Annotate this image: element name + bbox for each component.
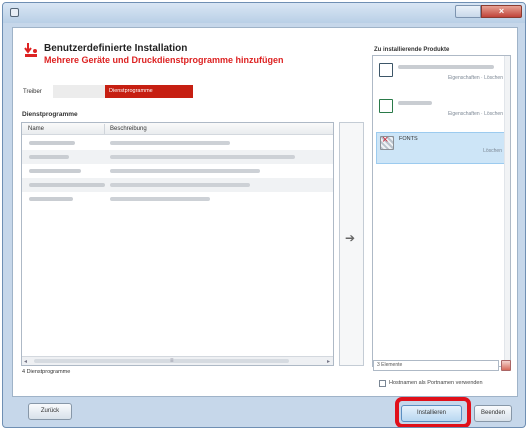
hostname-checkbox[interactable]: [379, 380, 386, 387]
page-subtitle: Mehrere Geräte und Druckdienstprogramme …: [44, 55, 284, 65]
products-count: 3 Elemente: [373, 360, 499, 371]
hostname-checkbox-label: Hostnamen als Portnamen verwenden: [389, 380, 483, 386]
table-row[interactable]: [22, 136, 333, 150]
installer-window: × Benutzerdefinierte Installation Mehrer…: [2, 2, 526, 428]
utilities-count: 4 Dienstprogramme: [22, 369, 71, 375]
row-name-placeholder: [29, 141, 75, 145]
product-name-placeholder: [398, 65, 494, 69]
horizontal-scrollbar[interactable]: ◂ ≡ ▸: [22, 356, 333, 365]
window-title: [23, 8, 113, 16]
row-name-placeholder: [29, 169, 81, 173]
trash-icon[interactable]: [501, 360, 511, 371]
product-actions[interactable]: Eigenschaften · Löschen: [448, 75, 503, 81]
treiber-label: Treiber: [23, 89, 42, 95]
vertical-scrollbar[interactable]: [504, 56, 510, 366]
row-name-placeholder: [29, 155, 69, 159]
utilities-table: Name Beschreibung ◂ ≡ ▸: [21, 122, 334, 366]
section-label: Dienstprogramme: [22, 111, 78, 118]
fonts-icon: [380, 134, 394, 150]
table-row[interactable]: [22, 192, 333, 206]
tab-treiber[interactable]: [53, 85, 105, 98]
product-item[interactable]: Eigenschaften · Löschen: [376, 96, 507, 128]
row-description-placeholder: [110, 183, 250, 187]
product-item-selected[interactable]: FONTS Löschen: [376, 132, 507, 164]
utility-icon: [379, 99, 393, 113]
cancel-button[interactable]: Beenden: [474, 405, 512, 422]
tab-dienstprogramme[interactable]: Dienstprogramme: [105, 85, 193, 98]
product-actions[interactable]: Eigenschaften · Löschen: [448, 111, 503, 117]
row-description-placeholder: [110, 197, 210, 201]
table-row[interactable]: [22, 150, 333, 164]
page-title: Benutzerdefinierte Installation: [44, 43, 188, 54]
column-divider[interactable]: [104, 124, 105, 134]
product-item[interactable]: Eigenschaften · Löschen: [376, 60, 507, 92]
row-name-placeholder: [29, 183, 105, 187]
scroll-right-icon[interactable]: ▸: [327, 358, 330, 365]
install-button[interactable]: Installieren: [401, 405, 462, 422]
column-header-name[interactable]: Name: [28, 126, 44, 132]
app-icon: [10, 8, 19, 17]
products-title: Zu installierende Produkte: [374, 47, 450, 53]
column-header-description[interactable]: Beschreibung: [110, 126, 147, 132]
main-panel: Benutzerdefinierte Installation Mehrere …: [12, 27, 518, 397]
table-row[interactable]: [22, 178, 333, 192]
add-arrow-icon[interactable]: ➔: [345, 231, 355, 245]
scroll-thumb[interactable]: ≡: [34, 358, 289, 364]
title-bar: ×: [3, 3, 525, 23]
transfer-column: ➔: [339, 122, 364, 366]
products-list: Eigenschaften · Löschen Eigenschaften · …: [372, 55, 511, 367]
product-name: FONTS: [399, 136, 418, 142]
product-actions[interactable]: Löschen: [483, 148, 502, 154]
table-header: Name Beschreibung: [22, 123, 333, 135]
row-description-placeholder: [110, 141, 230, 145]
row-name-placeholder: [29, 197, 73, 201]
install-arrow-icon: [24, 43, 37, 57]
scroll-grip-icon: ≡: [170, 358, 174, 364]
back-button[interactable]: Zurück: [28, 403, 72, 420]
close-button[interactable]: ×: [481, 5, 522, 18]
row-description-placeholder: [110, 169, 260, 173]
minimize-button[interactable]: [455, 5, 481, 18]
row-description-placeholder: [110, 155, 295, 159]
scroll-left-icon[interactable]: ◂: [24, 358, 27, 365]
product-name-placeholder: [398, 101, 432, 105]
printer-icon: [379, 63, 393, 77]
table-row[interactable]: [22, 164, 333, 178]
